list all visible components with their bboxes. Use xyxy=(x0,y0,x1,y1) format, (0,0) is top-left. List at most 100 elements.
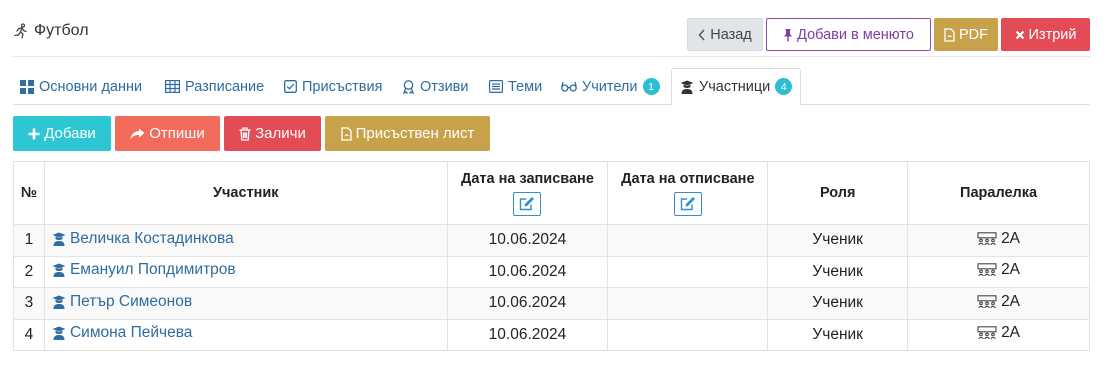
participants-count-badge: 4 xyxy=(775,78,793,95)
add-participant-button[interactable]: Добави xyxy=(13,116,111,151)
enrolled-date: 10.06.2024 xyxy=(446,255,609,288)
tab-main-data-label: Основни данни xyxy=(39,78,143,95)
edit-unenrolled-date-button[interactable] xyxy=(673,191,702,216)
participant-name: Величка Костадинкова xyxy=(69,229,234,247)
class-cell: 2А xyxy=(907,287,1090,320)
row-number: 1 xyxy=(13,224,45,257)
remove-participant-label: Заличи xyxy=(255,125,306,142)
unsubscribe-button[interactable]: Отпиши xyxy=(115,116,220,151)
tab-participants-label: Участници xyxy=(699,78,771,95)
participant-link[interactable]: Петър Симеонов xyxy=(52,293,192,311)
column-header-unenrolled: Дата на отписване xyxy=(607,161,769,225)
classroom-icon xyxy=(977,232,997,246)
calendar-table-icon xyxy=(165,80,180,93)
class-cell: 2А xyxy=(907,318,1090,351)
unenrolled-date xyxy=(607,255,769,288)
add-to-menu-label: Добави в менюто xyxy=(797,26,914,43)
participant-name: Петър Симеонов xyxy=(69,292,193,310)
tab-topics[interactable]: Теми xyxy=(489,68,542,105)
tab-schedule[interactable]: Разписание xyxy=(165,68,264,105)
pdf-button-label: PDF xyxy=(959,26,988,43)
unenrolled-date xyxy=(607,224,769,257)
participants-table: № Участник Дата на записване Дата на отп… xyxy=(13,161,1090,351)
participant-cell: Емануил Попдимитров xyxy=(43,255,448,288)
enrolled-date: 10.06.2024 xyxy=(446,287,609,320)
enrolled-date: 10.06.2024 xyxy=(446,224,609,257)
tab-teachers-label: Учители xyxy=(582,78,638,95)
class-name: 2А xyxy=(1001,324,1021,342)
class-name: 2А xyxy=(1001,292,1021,310)
unenrolled-date xyxy=(607,287,769,320)
pdf-button[interactable]: PDF xyxy=(934,18,998,51)
glasses-icon xyxy=(561,81,577,92)
tab-bar: Основни данни Разписание Присъствия Отзи… xyxy=(13,68,1090,105)
role-cell: Ученик xyxy=(767,318,909,351)
participant-link[interactable]: Емануил Попдимитров xyxy=(52,261,236,279)
graduate-icon xyxy=(52,232,66,246)
column-header-participant[interactable]: Участник xyxy=(43,161,448,225)
tab-attendance[interactable]: Присъствия xyxy=(284,68,382,105)
row-number: 3 xyxy=(13,287,45,320)
class-cell: 2А xyxy=(907,255,1090,288)
tab-participants[interactable]: Участници 4 xyxy=(671,68,802,105)
participant-name: Симона Пейчева xyxy=(69,324,193,342)
checkbox-icon xyxy=(284,80,297,93)
edit-icon xyxy=(680,196,696,211)
tab-attendance-label: Присъствия xyxy=(302,78,383,95)
trash-icon xyxy=(239,126,251,141)
tab-teachers[interactable]: Учители 1 xyxy=(561,68,660,105)
tab-main-data[interactable]: Основни данни xyxy=(20,68,142,105)
classroom-icon xyxy=(977,263,997,277)
column-header-role[interactable]: Роля xyxy=(767,161,909,225)
column-header-enrolled: Дата на записване xyxy=(446,161,609,225)
pdf-file-icon xyxy=(944,27,955,42)
unenrolled-date xyxy=(607,318,769,351)
add-participant-label: Добави xyxy=(44,125,96,142)
back-button[interactable]: Назад xyxy=(687,18,763,51)
participant-link[interactable]: Величка Костадинкова xyxy=(52,230,234,248)
participants-toolbar: Добави Отпиши Заличи Присъствен лист xyxy=(13,116,490,151)
class-name: 2А xyxy=(1001,261,1021,279)
delete-button[interactable]: Изтрий xyxy=(1001,18,1090,51)
plus-icon xyxy=(28,128,40,140)
role-cell: Ученик xyxy=(767,224,909,257)
column-header-enrolled-label[interactable]: Дата на записване xyxy=(461,171,594,187)
table-row: 2 Емануил Попдимитров 10.06.2024 Ученик … xyxy=(13,255,1090,288)
participant-cell: Петър Симеонов xyxy=(43,287,448,320)
pin-icon xyxy=(783,28,793,42)
participant-cell: Симона Пейчева xyxy=(43,318,448,351)
award-icon xyxy=(402,79,415,94)
add-to-menu-button[interactable]: Добави в менюто xyxy=(766,18,931,51)
participant-link[interactable]: Симона Пейчева xyxy=(52,324,192,342)
graduate-icon xyxy=(52,263,66,278)
graduate-icon xyxy=(52,326,66,341)
role-cell: Ученик xyxy=(767,287,909,320)
pdf-file-icon xyxy=(340,126,352,141)
column-header-class[interactable]: Паралелка xyxy=(907,161,1090,225)
tab-reviews-label: Отзиви xyxy=(420,78,469,95)
row-number: 4 xyxy=(13,318,45,351)
share-arrow-icon xyxy=(130,128,145,140)
attendance-sheet-button[interactable]: Присъствен лист xyxy=(325,116,490,151)
back-button-label: Назад xyxy=(710,26,752,43)
participant-cell: Величка Костадинкова xyxy=(43,224,448,257)
tab-reviews[interactable]: Отзиви xyxy=(402,68,468,105)
graduate-icon xyxy=(680,80,694,94)
header-actions: Назад Добави в менюто PDF Изтрий xyxy=(687,18,1090,51)
edit-enrolled-date-button[interactable] xyxy=(513,191,542,216)
class-name: 2А xyxy=(1001,229,1021,247)
list-icon xyxy=(489,80,503,93)
column-header-unenrolled-label[interactable]: Дата на отписване xyxy=(621,171,754,187)
grid-icon xyxy=(20,79,34,94)
teachers-count-badge: 1 xyxy=(642,78,660,95)
participant-name: Емануил Попдимитров xyxy=(69,261,236,279)
graduate-icon xyxy=(52,295,66,309)
delete-button-label: Изтрий xyxy=(1028,26,1077,43)
remove-participant-button[interactable]: Заличи xyxy=(224,116,321,151)
enrolled-date: 10.06.2024 xyxy=(446,318,609,351)
table-row: 3 Петър Симеонов 10.06.2024 Ученик 2А xyxy=(13,287,1090,320)
table-header-row: № Участник Дата на записване Дата на отп… xyxy=(13,161,1090,225)
tab-schedule-label: Разписание xyxy=(185,78,265,95)
unsubscribe-label: Отпиши xyxy=(149,125,205,142)
role-cell: Ученик xyxy=(767,255,909,288)
